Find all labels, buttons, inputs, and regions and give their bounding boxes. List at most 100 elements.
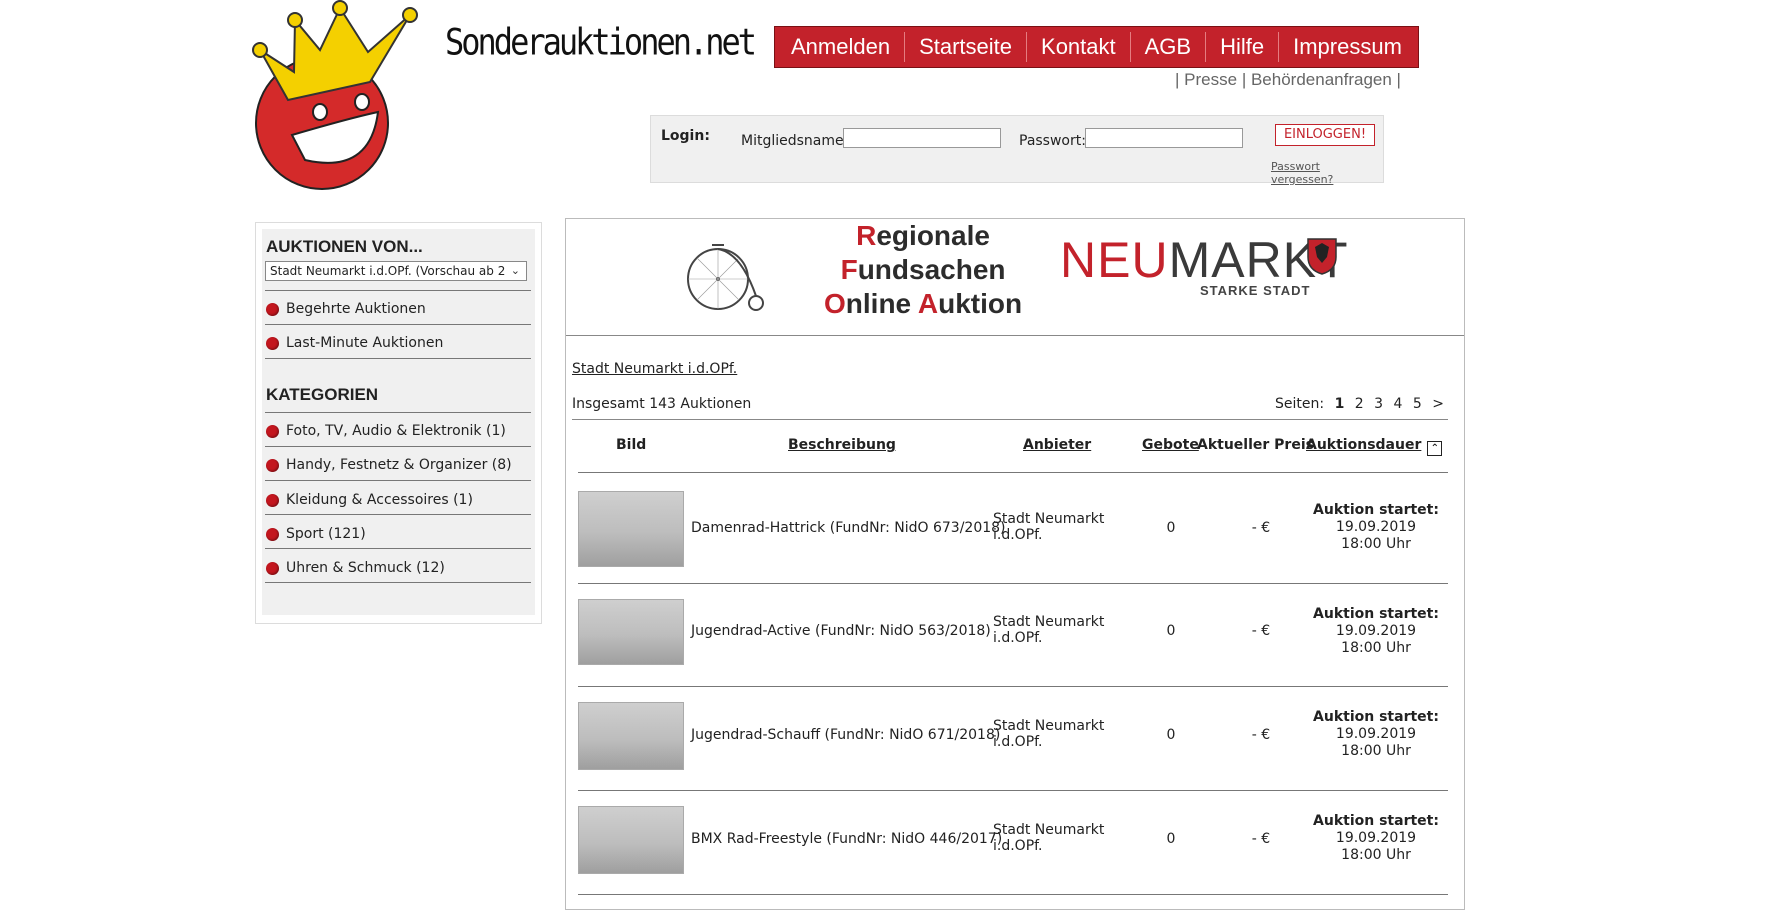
crown-smiley-logo-icon[interactable] xyxy=(250,0,430,195)
category-handy[interactable]: Handy, Festnetz & Organizer (8) xyxy=(266,455,512,475)
password-input[interactable] xyxy=(1085,128,1243,148)
nav-kontakt[interactable]: Kontakt xyxy=(1026,32,1130,62)
divider xyxy=(265,480,531,481)
subnav-separator: | xyxy=(1396,70,1401,89)
total-auctions: Insgesamt 143 Auktionen xyxy=(572,396,752,412)
sidebar: AUKTIONEN VON... Stadt Neumarkt i.d.OPf.… xyxy=(255,222,542,624)
divider xyxy=(265,446,531,447)
banner-word: uktion xyxy=(938,288,1023,319)
duration-status: Auktion startet: xyxy=(1313,709,1439,725)
page-next[interactable]: > xyxy=(1432,396,1444,412)
page-link-4[interactable]: 4 xyxy=(1394,396,1403,412)
column-header-bids[interactable]: Gebote xyxy=(1142,437,1199,453)
page-link-3[interactable]: 3 xyxy=(1374,396,1383,412)
username-input[interactable] xyxy=(843,128,1001,148)
site-name[interactable]: Sonderauktionen.net xyxy=(445,20,757,64)
divider xyxy=(265,358,531,359)
item-vendor: Stadt Neumarkt i.d.OPf. xyxy=(993,822,1104,854)
column-header-image: Bild xyxy=(616,437,647,453)
item-description-link[interactable]: Jugendrad-Schauff (FundNr: NidO 671/2018… xyxy=(691,727,1000,743)
duration-date: 19.09.2019 xyxy=(1335,830,1417,846)
vendor-line: Stadt Neumarkt xyxy=(993,718,1105,734)
vendor-line: i.d.OPf. xyxy=(993,838,1043,854)
bullet-dot-icon xyxy=(266,302,279,316)
subnav-presse[interactable]: Presse xyxy=(1184,70,1237,89)
banner: Regionale Fundsachen Online Auktion NEUM… xyxy=(566,219,1464,336)
login-title: Login: xyxy=(661,128,710,144)
item-vendor: Stadt Neumarkt i.d.OPf. xyxy=(993,718,1104,750)
vendor-line: i.d.OPf. xyxy=(993,527,1043,543)
page-link-5[interactable]: 5 xyxy=(1413,396,1422,412)
banner-word: egionale xyxy=(876,220,990,251)
item-description-link[interactable]: Damenrad-Hattrick (FundNr: NidO 673/2018… xyxy=(691,520,1006,536)
item-duration: Auktion startet: 19.09.2019 18:00 Uhr xyxy=(1301,502,1451,553)
divider xyxy=(265,412,531,413)
login-box: Login: Mitgliedsname: Passwort: EINLOGGE… xyxy=(650,115,1384,186)
category-label: Foto, TV, Audio & Elektronik (1) xyxy=(286,423,506,439)
item-vendor: Stadt Neumarkt i.d.OPf. xyxy=(993,614,1104,646)
item-description-link[interactable]: BMX Rad-Freestyle (FundNr: NidO 446/2017… xyxy=(691,831,1002,847)
bullet-dot-icon xyxy=(266,561,279,575)
nav-agb[interactable]: AGB xyxy=(1129,32,1205,62)
categories-heading: KATEGORIEN xyxy=(266,385,379,404)
auction-source-select[interactable]: Stadt Neumarkt i.d.OPf. (Vorschau ab 2 ⌄ xyxy=(265,261,527,281)
vendor-line: Stadt Neumarkt xyxy=(993,614,1105,630)
bullet-dot-icon xyxy=(266,424,279,438)
item-thumbnail[interactable] xyxy=(578,491,684,567)
category-sport[interactable]: Sport (121) xyxy=(266,524,366,544)
column-header-description[interactable]: Beschreibung xyxy=(788,437,896,453)
page-link-2[interactable]: 2 xyxy=(1355,396,1364,412)
duration-time: 18:00 Uhr xyxy=(1341,743,1411,759)
nav-impressum[interactable]: Impressum xyxy=(1278,32,1416,62)
column-header-price: Aktueller Preis xyxy=(1197,437,1314,453)
item-vendor: Stadt Neumarkt i.d.OPf. xyxy=(993,511,1104,543)
bullet-dot-icon xyxy=(266,458,279,472)
column-header-duration[interactable]: Auktionsdauer xyxy=(1306,437,1421,453)
subnav-separator: | xyxy=(1175,70,1180,89)
divider xyxy=(265,290,531,291)
password-label: Passwort: xyxy=(1019,133,1086,149)
login-button[interactable]: EINLOGGEN! xyxy=(1275,124,1375,146)
banner-title: Regionale Fundsachen Online Auktion xyxy=(824,219,1022,321)
nav-anmelden[interactable]: Anmelden xyxy=(777,32,904,62)
item-price: - € xyxy=(1251,520,1271,536)
sub-navigation: | Presse | Behördenanfragen | xyxy=(1175,70,1401,90)
divider xyxy=(578,583,1448,584)
category-uhren[interactable]: Uhren & Schmuck (12) xyxy=(266,558,445,578)
nav-startseite[interactable]: Startseite xyxy=(904,32,1026,62)
divider xyxy=(578,894,1448,895)
column-header-vendor[interactable]: Anbieter xyxy=(1023,437,1091,453)
penny-farthing-icon xyxy=(687,244,764,311)
divider xyxy=(578,790,1448,791)
item-duration: Auktion startet: 19.09.2019 18:00 Uhr xyxy=(1301,813,1451,864)
page-link-1[interactable]: 1 xyxy=(1335,396,1345,412)
item-price: - € xyxy=(1251,727,1271,743)
banner-initial: F xyxy=(840,254,858,285)
banner-word: nline xyxy=(845,288,918,319)
top-navigation: Anmelden Startseite Kontakt AGB Hilfe Im… xyxy=(774,26,1419,68)
category-foto-tv[interactable]: Foto, TV, Audio & Elektronik (1) xyxy=(266,421,506,441)
nav-hilfe[interactable]: Hilfe xyxy=(1205,32,1278,62)
coat-of-arms-icon xyxy=(1307,238,1337,275)
item-thumbnail[interactable] xyxy=(578,806,684,874)
subnav-behoerdenanfragen[interactable]: Behördenanfragen xyxy=(1251,70,1392,89)
sidebar-item-begehrte-auktionen[interactable]: Begehrte Auktionen xyxy=(266,299,426,319)
item-thumbnail[interactable] xyxy=(578,599,684,665)
divider xyxy=(578,472,1448,473)
vendor-line: i.d.OPf. xyxy=(993,630,1043,646)
logo-part: M xyxy=(1168,232,1212,288)
vendor-line: Stadt Neumarkt xyxy=(993,822,1105,838)
item-thumbnail[interactable] xyxy=(578,702,684,770)
category-kleidung[interactable]: Kleidung & Accessoires (1) xyxy=(266,490,473,510)
username-label: Mitgliedsname: xyxy=(741,133,849,149)
forgot-password-link[interactable]: Passwort vergessen? xyxy=(1271,160,1383,186)
sidebar-item-last-minute[interactable]: Last-Minute Auktionen xyxy=(266,333,443,353)
pagination: Seiten: 1 2 3 4 5 > xyxy=(1275,396,1444,412)
duration-date: 19.09.2019 xyxy=(1335,519,1417,535)
sort-up-icon[interactable]: ⌃ xyxy=(1427,441,1443,456)
item-description-link[interactable]: Jugendrad-Active (FundNr: NidO 563/2018) xyxy=(691,623,991,639)
breadcrumb[interactable]: Stadt Neumarkt i.d.OPf. xyxy=(572,361,737,377)
duration-time: 18:00 Uhr xyxy=(1341,847,1411,863)
item-price: - € xyxy=(1251,623,1271,639)
auction-list-panel: Regionale Fundsachen Online Auktion NEUM… xyxy=(565,218,1465,910)
